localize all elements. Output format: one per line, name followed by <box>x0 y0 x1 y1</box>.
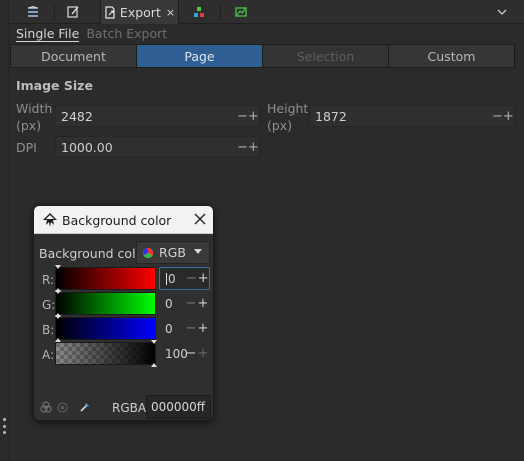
green-channel-label: G: <box>42 298 56 312</box>
edit-tab[interactable] <box>61 0 85 24</box>
tab-batch-export[interactable]: Batch Export <box>86 26 167 42</box>
xml-editor-tab[interactable] <box>187 0 211 24</box>
eyedropper-icon[interactable] <box>79 401 91 413</box>
dpi-label: DPI <box>16 140 37 155</box>
blue-increment-button[interactable]: + <box>197 321 209 336</box>
alpha-slider[interactable] <box>55 340 157 367</box>
height-increment-button[interactable]: + <box>503 109 514 124</box>
color-tools <box>40 401 91 413</box>
edit-icon <box>67 6 79 18</box>
red-channel-label: R: <box>42 273 55 287</box>
green-increment-button[interactable]: + <box>197 296 209 311</box>
layers-icon <box>28 5 38 17</box>
height-spinbox[interactable]: 1872 − + <box>309 105 515 127</box>
background-color-label: Background color <box>39 246 149 261</box>
tab-close-icon[interactable]: × <box>166 6 175 19</box>
green-decrement-button: − <box>185 296 197 311</box>
export-icon <box>105 5 115 19</box>
blue-slider[interactable] <box>55 315 156 342</box>
height-value[interactable]: 1872 <box>310 109 492 124</box>
red-slider[interactable] <box>55 265 156 292</box>
image-export-icon <box>235 7 247 17</box>
red-increment-button[interactable]: + <box>197 271 209 286</box>
chevron-down-icon <box>194 249 202 254</box>
dialog-header: Background color <box>34 206 213 234</box>
color-mode-value: RGB <box>159 245 186 260</box>
tab-export[interactable]: Export × <box>100 0 179 24</box>
color-mode-select[interactable]: RGB <box>136 241 210 264</box>
dpi-value[interactable]: 1000.00 <box>56 140 237 155</box>
color-managed-icon[interactable] <box>40 401 52 413</box>
red-decrement-button: − <box>185 271 197 286</box>
xml-editor-icon <box>194 7 204 17</box>
area-page-button[interactable]: Page <box>137 45 263 67</box>
green-spinbox[interactable]: 0 − + <box>159 292 210 315</box>
blue-decrement-button: − <box>185 321 197 336</box>
dpi-decrement-button[interactable]: − <box>237 140 248 155</box>
image-export-tab[interactable] <box>229 0 253 24</box>
width-decrement-button[interactable]: − <box>237 109 248 124</box>
out-of-gamut-icon[interactable] <box>57 401 68 413</box>
width-increment-button[interactable]: + <box>248 109 259 124</box>
area-custom-button[interactable]: Custom <box>389 45 514 67</box>
background-color-dialog: Background color Background color RGB R:… <box>33 205 214 421</box>
drag-handle[interactable] <box>2 418 6 434</box>
width-value[interactable]: 2482 <box>56 109 237 124</box>
color-wheel-icon <box>143 247 153 258</box>
inkscape-logo-icon <box>43 213 57 227</box>
alpha-value[interactable]: 100 <box>159 347 188 361</box>
alpha-channel-label: A: <box>42 348 55 362</box>
rgba-label: RGBA: <box>112 401 150 415</box>
left-gutter <box>0 0 9 461</box>
image-size-heading: Image Size <box>16 78 93 93</box>
area-selection-button: Selection <box>263 45 389 67</box>
alpha-spinbox[interactable]: 100 − + <box>159 342 210 365</box>
tab-export-label: Export <box>119 4 161 20</box>
rgba-input[interactable]: 000000ff <box>146 395 211 419</box>
dock-menu-button[interactable] <box>494 4 510 20</box>
tab-single-file[interactable]: Single File <box>16 26 80 42</box>
layers-tab[interactable] <box>21 0 45 24</box>
height-decrement-button[interactable]: − <box>492 109 503 124</box>
green-slider[interactable] <box>55 290 156 317</box>
blue-spinbox[interactable]: 0 − + <box>159 317 210 340</box>
blue-value[interactable]: 0 <box>159 322 185 336</box>
export-area-selector: Document Page Selection Custom <box>10 44 515 68</box>
height-label: Height (px) <box>267 101 309 133</box>
export-mode-tabs: Single File Batch Export <box>16 26 167 42</box>
width-label: Width (px) <box>16 101 53 133</box>
width-spinbox[interactable]: 2482 − + <box>55 105 260 127</box>
red-spinbox[interactable]: 0 − + <box>159 267 210 290</box>
close-icon[interactable] <box>193 212 207 226</box>
dpi-spinbox[interactable]: 1000.00 − + <box>55 136 260 158</box>
dock-tab-bar: Export × <box>9 0 524 24</box>
alpha-increment-button: + <box>197 346 209 361</box>
chevron-down-icon <box>497 9 507 15</box>
blue-channel-label: B: <box>42 323 55 337</box>
dpi-increment-button[interactable]: + <box>248 140 259 155</box>
green-value[interactable]: 0 <box>159 297 185 311</box>
area-document-button[interactable]: Document <box>11 45 137 67</box>
rgba-value[interactable]: 000000ff <box>151 400 205 414</box>
red-value[interactable]: 0 <box>168 272 176 286</box>
alpha-decrement-button[interactable]: − <box>185 346 197 361</box>
dialog-title: Background color <box>62 213 172 228</box>
